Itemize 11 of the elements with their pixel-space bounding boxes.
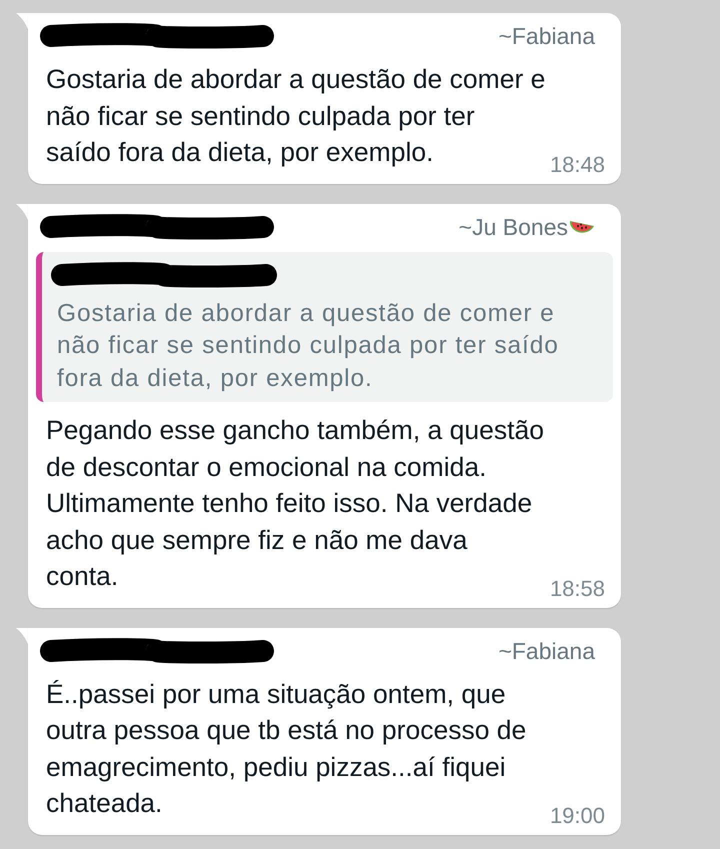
quoted-message[interactable]: Gostaria de abordar a questão de comer e não ficar se sentindo culpada por ter saído fora da dieta, por exemplo. xyxy=(36,252,613,402)
message-time: 19:00 xyxy=(550,802,605,828)
author-name: ~Fabiana xyxy=(498,22,595,50)
quoted-text: Gostaria de abordar a questão de comer e não ficar se sentindo culpada por ter saído fora da dieta, por exemplo. xyxy=(57,298,560,394)
message-text: Pegando esse gancho também, a questão de descontar o emocional na comida. Ultimamente tenho feito isso. Na verdade acho que sempre fiz e não me dava conta. xyxy=(46,414,544,593)
message-time: 18:58 xyxy=(550,576,605,602)
message-text: É..passei por uma situação ontem, que outra pessoa que tb está no processo de emagrecimento, pediu pizzas...aí fiquei chateada. xyxy=(46,678,526,820)
message-text: Gostaria de abordar a questão de comer e não ficar se sentindo culpada por ter saído fora da dieta, por exemplo. xyxy=(46,63,546,169)
author-name: ~Ju Bones xyxy=(458,212,568,240)
message-time: 18:48 xyxy=(550,152,605,178)
author-name: ~Fabiana xyxy=(498,636,595,664)
